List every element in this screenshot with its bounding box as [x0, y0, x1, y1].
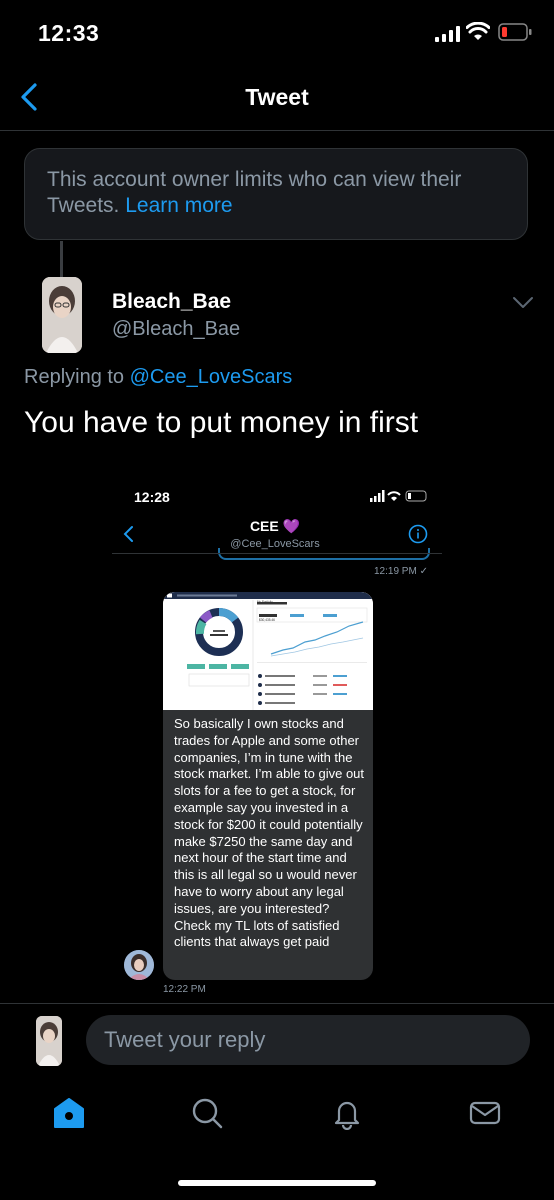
replying-to-line: Replying to @Cee_LoveScars	[24, 366, 292, 389]
notifications-icon[interactable]	[330, 1096, 364, 1130]
author-display-name[interactable]: Bleach_Bae	[112, 290, 231, 314]
notice-text: This account owner limits who can view t…	[47, 168, 462, 217]
portfolio-value: $30,435.46	[259, 618, 275, 622]
my-avatar[interactable]	[36, 1016, 62, 1066]
replying-to-link[interactable]: @Cee_LoveScars	[130, 366, 293, 388]
home-indicator	[178, 1180, 376, 1186]
wifi-icon	[466, 22, 490, 40]
embedded-status-icons	[370, 490, 427, 502]
embedded-timestamp-received: 12:22 PM	[163, 984, 206, 995]
chevron-down-icon[interactable]	[512, 296, 534, 310]
battery-low-icon	[498, 23, 532, 41]
embedded-timestamp-sent: 12:19 PM ✓	[374, 566, 428, 577]
portfolio-title: My Portfolio	[257, 600, 273, 604]
page-title: Tweet	[245, 84, 309, 110]
thread-connector-line	[60, 241, 63, 277]
embedded-previous-bubble	[218, 548, 430, 560]
learn-more-link[interactable]: Learn more	[125, 194, 232, 217]
author-handle[interactable]: @Bleach_Bae	[112, 318, 240, 341]
replying-prefix: Replying to	[24, 366, 125, 388]
cellular-signal-icon	[435, 26, 460, 42]
home-icon[interactable]	[52, 1096, 86, 1130]
tweet-text: You have to put money in first	[24, 406, 419, 439]
embedded-status-time: 12:28	[134, 489, 170, 505]
embedded-info-icon	[408, 524, 428, 544]
embedded-divider	[112, 553, 442, 554]
reply-divider	[0, 1003, 554, 1004]
embedded-contact-name: CEE 💜	[249, 518, 301, 534]
messages-icon[interactable]	[468, 1096, 502, 1130]
avatar[interactable]	[42, 277, 82, 353]
embedded-message-text: So basically I own stocks and trades for…	[174, 716, 365, 950]
embedded-sender-avatar	[124, 950, 154, 980]
reply-input[interactable]	[86, 1015, 530, 1065]
restricted-account-notice: This account owner limits who can view t…	[24, 148, 528, 240]
embedded-back-icon	[123, 526, 133, 542]
status-time: 12:33	[38, 20, 100, 46]
portfolio-screenshot-image: My Portfolio $30,435.46	[163, 592, 373, 710]
search-icon[interactable]	[190, 1096, 224, 1130]
